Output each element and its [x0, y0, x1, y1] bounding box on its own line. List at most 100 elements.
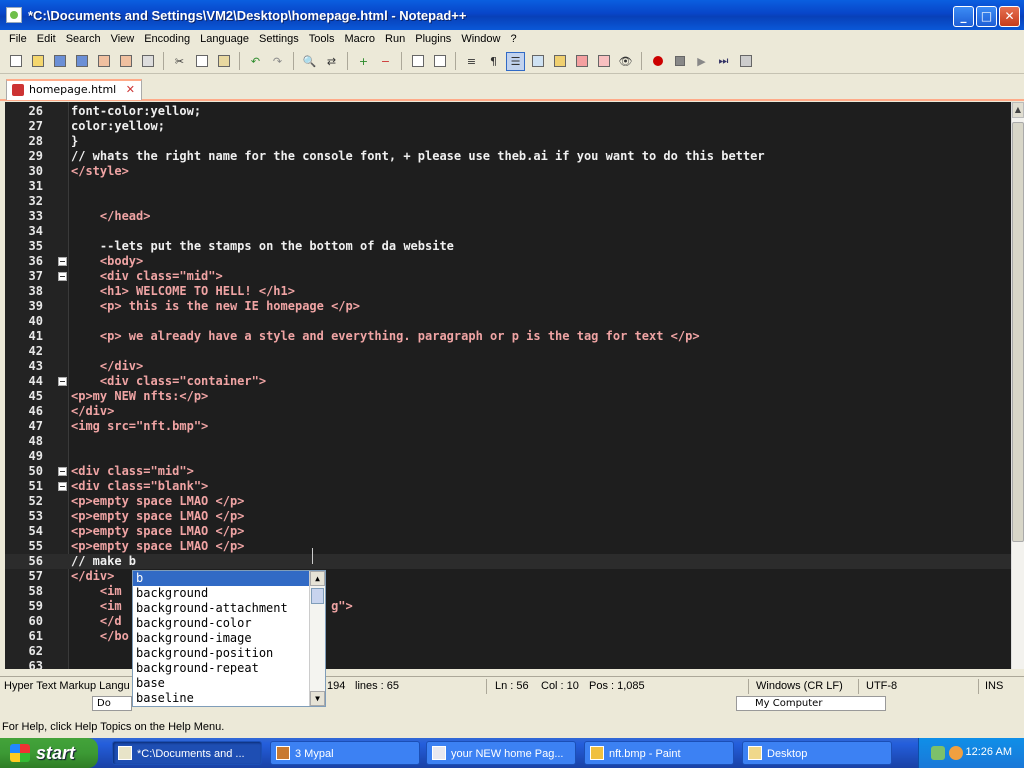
autocomplete-item[interactable]: background-image — [133, 631, 325, 646]
fold-toggle-icon[interactable] — [58, 377, 67, 386]
code-line[interactable]: 38 <h1> WELCOME TO HELL! </h1> — [5, 284, 1011, 299]
title-bar[interactable]: *C:\Documents and Settings\VM2\Desktop\h… — [0, 0, 1024, 30]
code-line[interactable]: 49 — [5, 449, 1011, 464]
background-window-item[interactable]: Do — [92, 696, 132, 711]
minimize-button[interactable]: _ — [953, 6, 974, 27]
menu-view[interactable]: View — [106, 33, 140, 45]
stop-macro-icon[interactable] — [670, 52, 689, 71]
taskbar-item-mypal[interactable]: 3 Mypal — [270, 741, 420, 765]
cut-icon[interactable]: ✂ — [170, 52, 189, 71]
taskbar-item-notepad[interactable]: *C:\Documents and ... — [112, 741, 262, 765]
code-line[interactable]: 55 <p>empty space LMAO </p> — [5, 539, 1011, 554]
autocomplete-item[interactable]: background — [133, 586, 325, 601]
fold-toggle-icon[interactable] — [58, 467, 67, 476]
menu-help[interactable]: ? — [505, 33, 521, 45]
autocomplete-item[interactable]: baseline — [133, 691, 325, 706]
code-line[interactable]: 32 — [5, 194, 1011, 209]
code-line[interactable]: 33 </head> — [5, 209, 1011, 224]
user-language-icon[interactable] — [528, 52, 547, 71]
autocomplete-item[interactable]: background-attachment — [133, 601, 325, 616]
taskbar-item-browser[interactable]: your NEW home Pag... — [426, 741, 576, 765]
fold-toggle-icon[interactable] — [58, 257, 67, 266]
code-line[interactable]: 30 </style> — [5, 164, 1011, 179]
autocomplete-popup[interactable]: b background background-attachment backgrou… — [132, 570, 326, 707]
code-line[interactable]: 53 <p>empty space LMAO </p> — [5, 509, 1011, 524]
menu-search[interactable]: Search — [61, 33, 106, 45]
menu-edit[interactable]: Edit — [32, 33, 61, 45]
save-macro-icon[interactable] — [736, 52, 755, 71]
menu-settings[interactable]: Settings — [254, 33, 304, 45]
code-line[interactable]: 37 <div class="mid"> — [5, 269, 1011, 284]
code-line[interactable]: 52 <p>empty space LMAO </p> — [5, 494, 1011, 509]
play-macro-icon[interactable]: ▶ — [692, 52, 711, 71]
menu-window[interactable]: Window — [456, 33, 505, 45]
code-line[interactable]: 41 <p> we already have a style and every… — [5, 329, 1011, 344]
start-button[interactable]: start — [0, 738, 98, 768]
close-all-icon[interactable] — [116, 52, 135, 71]
copy-icon[interactable] — [192, 52, 211, 71]
redo-icon[interactable]: ↷ — [268, 52, 287, 71]
maximize-button[interactable]: □ — [976, 6, 997, 27]
paste-icon[interactable] — [214, 52, 233, 71]
autocomplete-item[interactable]: base — [133, 676, 325, 691]
record-macro-icon[interactable] — [648, 52, 667, 71]
menu-language[interactable]: Language — [195, 33, 254, 45]
close-file-icon[interactable] — [94, 52, 113, 71]
new-file-icon[interactable] — [6, 52, 25, 71]
network-icon[interactable] — [931, 746, 945, 760]
menu-macro[interactable]: Macro — [339, 33, 380, 45]
code-line[interactable]: 50 <div class="mid"> — [5, 464, 1011, 479]
run-macro-multiple-icon[interactable]: ⏭ — [714, 52, 733, 71]
scroll-thumb[interactable] — [1012, 122, 1024, 542]
indent-guide-icon[interactable]: ☰ — [506, 51, 525, 71]
autocomplete-scroll-thumb[interactable] — [311, 588, 324, 604]
folder-workspace-icon[interactable] — [594, 52, 613, 71]
code-line[interactable]: 28} — [5, 134, 1011, 149]
code-line[interactable]: 34 — [5, 224, 1011, 239]
code-line[interactable]: 36 <body> — [5, 254, 1011, 269]
code-line[interactable]: 31 — [5, 179, 1011, 194]
taskbar-item-paint[interactable]: nft.bmp - Paint — [584, 741, 734, 765]
code-line[interactable]: 46 </div> — [5, 404, 1011, 419]
code-line[interactable]: 27 color:yellow; — [5, 119, 1011, 134]
code-line[interactable]: 47 <img src="nft.bmp"> — [5, 419, 1011, 434]
autocomplete-scrollbar[interactable]: ▲ ▼ — [309, 571, 325, 706]
zoom-in-icon[interactable]: + — [354, 52, 373, 71]
menu-file[interactable]: File — [4, 33, 32, 45]
scroll-up-arrow-icon[interactable]: ▲ — [1012, 102, 1024, 118]
code-line[interactable]: 43 </div> — [5, 359, 1011, 374]
menu-encoding[interactable]: Encoding — [139, 33, 195, 45]
function-list-icon[interactable] — [572, 52, 591, 71]
fold-toggle-icon[interactable] — [58, 482, 67, 491]
autocomplete-item[interactable]: background-position — [133, 646, 325, 661]
code-line[interactable]: 48 — [5, 434, 1011, 449]
code-line[interactable]: 51 <div class="blank"> — [5, 479, 1011, 494]
close-tab-icon[interactable]: ✕ — [126, 83, 135, 96]
code-line[interactable]: 26 font-color:yellow; — [5, 104, 1011, 119]
print-icon[interactable] — [138, 52, 157, 71]
replace-icon[interactable]: ⇄ — [322, 52, 341, 71]
tab-homepage-html[interactable]: homepage.html ✕ — [6, 79, 142, 100]
menu-tools[interactable]: Tools — [304, 33, 340, 45]
show-all-characters-icon[interactable]: ¶ — [484, 52, 503, 71]
sync-vertical-icon[interactable] — [408, 52, 427, 71]
code-line[interactable]: 39 <p> this is the new IE homepage </p> — [5, 299, 1011, 314]
sync-horizontal-icon[interactable] — [430, 52, 449, 71]
chevron-up-icon[interactable]: ▲ — [310, 571, 325, 586]
menu-run[interactable]: Run — [380, 33, 410, 45]
close-button[interactable]: ✕ — [999, 6, 1020, 27]
autocomplete-item[interactable]: background-color — [133, 616, 325, 631]
taskbar-item-desktop[interactable]: Desktop — [742, 741, 892, 765]
autocomplete-item[interactable]: b — [133, 571, 325, 586]
editor-vertical-scrollbar[interactable]: ▲ — [1011, 102, 1024, 669]
monitoring-eye-icon[interactable]: 👁 — [616, 52, 635, 71]
code-line[interactable]: 42 — [5, 344, 1011, 359]
code-line[interactable]: 44 <div class="container"> — [5, 374, 1011, 389]
fold-toggle-icon[interactable] — [58, 272, 67, 281]
open-file-icon[interactable] — [28, 52, 47, 71]
search-icon[interactable] — [949, 746, 963, 760]
code-line[interactable]: 29 // whats the right name for the consol… — [5, 149, 1011, 164]
find-icon[interactable]: 🔍 — [300, 52, 319, 71]
autocomplete-item[interactable]: background-repeat — [133, 661, 325, 676]
code-line[interactable]: 35 --lets put the stamps on the bottom o… — [5, 239, 1011, 254]
